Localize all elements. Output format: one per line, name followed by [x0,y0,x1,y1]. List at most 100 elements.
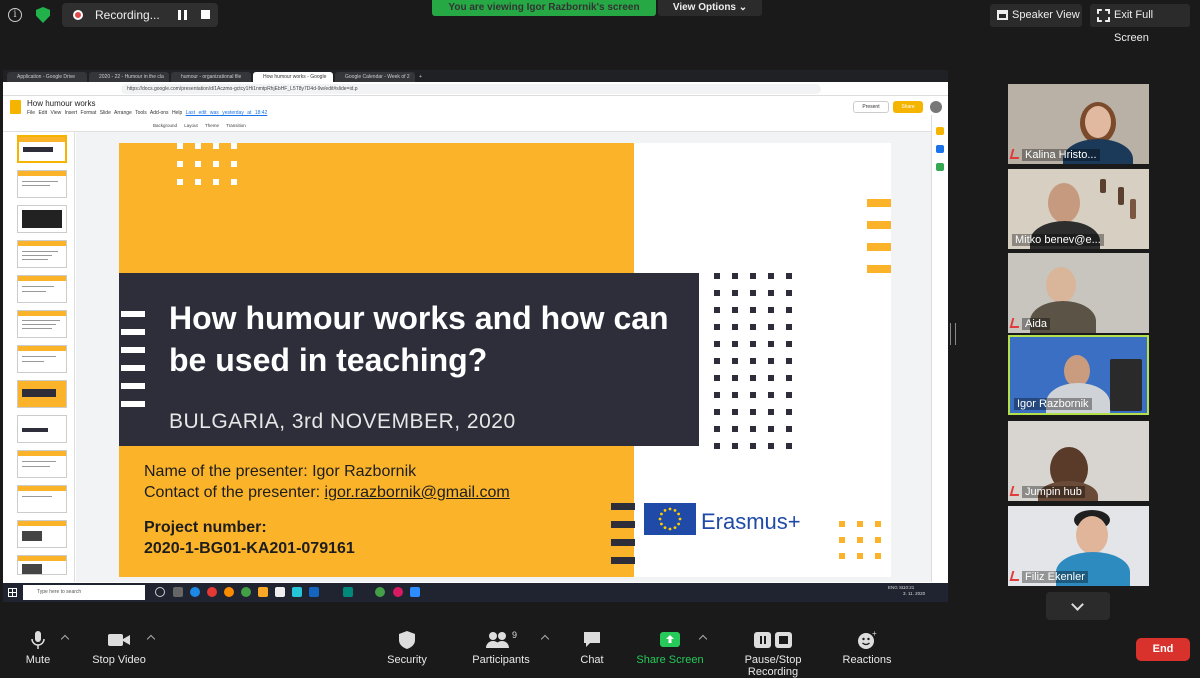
slide-thumbnail[interactable] [17,275,67,303]
task-view-icon[interactable] [173,587,183,597]
menu-insert[interactable]: Insert [65,110,78,116]
exit-fullscreen-icon [1097,9,1110,22]
toolbar-background[interactable]: Background [153,123,177,128]
info-icon[interactable]: i [8,8,22,22]
share-screen-icon [636,630,704,650]
security-button[interactable]: Security [384,630,430,666]
account-avatar[interactable] [930,101,942,113]
slide-thumbnail[interactable] [17,415,67,443]
microphone-icon [18,630,58,650]
store-icon[interactable] [275,587,285,597]
opera-icon[interactable] [207,587,217,597]
tasks-icon[interactable] [936,145,944,153]
slide-thumbnail[interactable] [17,205,67,233]
mute-label: Mute [25,654,51,666]
project-number-label: Project number: [144,519,267,536]
browser-tab[interactable]: Application - Google Drive [7,72,87,82]
speaker-view-label: Speaker View [1012,9,1080,21]
reactions-smiley-icon: + [840,629,894,650]
participant-tile[interactable]: Aida [1008,253,1149,333]
erasmus-logo-text: Erasmus+ [701,509,801,534]
app-icon[interactable] [343,587,353,597]
slides-logo-icon[interactable] [10,100,21,114]
view-options-button[interactable]: View Options ⌄ [658,0,762,16]
slide-thumbnail[interactable] [17,135,67,163]
share-button[interactable]: Share [893,101,923,113]
slide-thumbnail[interactable] [17,170,67,198]
participant-tile[interactable]: Kalina Hristo... [1008,84,1149,164]
slide-thumbnail[interactable] [17,380,67,408]
firefox-icon[interactable] [224,587,234,597]
slide-thumbnail[interactable] [17,555,67,575]
stop-video-button[interactable]: Stop Video [88,630,150,666]
browser-tab[interactable]: humour - organizational file [171,72,251,82]
app-icon[interactable] [309,587,319,597]
menu-format[interactable]: Format [81,110,97,116]
menu-file[interactable]: File [27,110,35,116]
current-slide[interactable]: How humour works and how can be used in … [119,143,891,577]
stop-recording-button[interactable] [201,10,210,19]
menu-tools[interactable]: Tools [135,110,147,116]
cortana-icon[interactable] [155,587,165,597]
slide-thumbnail[interactable] [17,520,67,548]
menu-view[interactable]: View [50,110,61,116]
document-title[interactable]: How humour works [27,99,95,108]
participant-tile-active-speaker[interactable]: Igor Razbornik [1008,335,1149,415]
system-clock[interactable]: 10:21 3. 11. 2020 [903,585,925,597]
reactions-button[interactable]: + Reactions [840,629,894,666]
end-meeting-button[interactable]: End [1136,638,1190,661]
edge-icon[interactable] [190,587,200,597]
slides-menu-bar: File Edit View Insert Format Slide Arran… [27,110,267,116]
slide-thumbnail[interactable] [17,450,67,478]
present-button[interactable]: Present [853,101,889,113]
participant-name: Jumpin hub [1022,486,1085,498]
whatsapp-icon[interactable] [375,587,385,597]
app-icon[interactable] [292,587,302,597]
presenter-contact: Contact of the presenter: igor.razbornik… [144,484,510,502]
windows-start-icon[interactable] [8,588,17,597]
menu-help[interactable]: Help [172,110,182,116]
slide-thumbnail[interactable] [17,345,67,373]
participants-icon: 9 [470,630,532,650]
slide-thumbnail[interactable] [17,310,67,338]
slide-thumbnail[interactable] [17,240,67,268]
new-tab-icon[interactable]: + [417,72,427,82]
taskbar-search[interactable]: Type here to search [23,585,145,600]
chat-bubble-icon [572,630,612,650]
chrome-icon[interactable] [241,587,251,597]
file-explorer-icon[interactable] [258,587,268,597]
browser-tab-active[interactable]: How humour works - Google [253,72,333,82]
slides-toolbar: Background Layout Theme Transition [3,120,948,132]
menu-slide[interactable]: Slide [100,110,111,116]
panel-resize-handle[interactable] [950,323,956,345]
pause-stop-recording-button[interactable]: Pause/Stop Recording [718,630,828,678]
pause-recording-button[interactable] [178,10,187,20]
url-field[interactable]: https://docs.google.com/presentation/d/1… [121,84,821,94]
toolbar-transition[interactable]: Transition [226,123,246,128]
stop-video-label: Stop Video [92,654,146,666]
video-camera-icon [88,630,150,650]
presenter-name: Name of the presenter: Igor Razbornik [144,463,417,480]
menu-edit[interactable]: Edit [38,110,47,116]
toolbar-theme[interactable]: Theme [205,123,219,128]
contact-email-link[interactable]: igor.razbornik@gmail.com [325,484,510,501]
participants-button[interactable]: 9 Participants [470,630,532,666]
last-edit-link[interactable]: Last edit was yesterday at 18:42 [186,110,268,116]
chat-button[interactable]: Chat [572,630,612,666]
participant-name: Kalina Hristo... [1022,149,1100,161]
participant-tile[interactable]: Filiz Ekenler [1008,506,1149,586]
mute-button[interactable]: Mute [18,630,58,666]
zoom-app-icon[interactable] [410,587,420,597]
menu-addons[interactable]: Add-ons [150,110,169,116]
browser-tab[interactable]: Google Calendar - Week of 2 [335,72,415,82]
calendar-icon[interactable] [936,163,944,171]
toolbar-layout[interactable]: Layout [184,123,198,128]
menu-arrange[interactable]: Arrange [114,110,132,116]
participant-tile[interactable]: Jumpin hub [1008,421,1149,501]
share-screen-button[interactable]: Share Screen [636,630,704,666]
app-icon[interactable] [393,587,403,597]
participant-tile[interactable]: Mitko benev@e... [1008,169,1149,249]
slide-thumbnail[interactable] [17,485,67,513]
keep-icon[interactable] [936,127,944,135]
browser-tab[interactable]: 2020 - 22 - Humour in the cla [89,72,169,82]
